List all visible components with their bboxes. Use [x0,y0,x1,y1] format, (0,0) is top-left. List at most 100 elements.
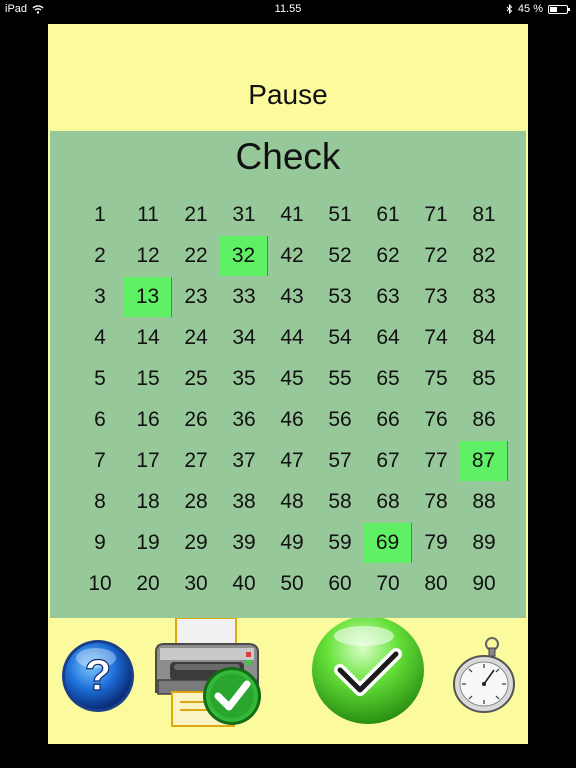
number-cell[interactable]: 19 [124,523,172,563]
number-cell[interactable]: 4 [76,318,124,358]
number-cell[interactable]: 45 [268,359,316,399]
svg-text:?: ? [85,651,112,700]
number-cell[interactable]: 1 [76,195,124,235]
number-cell[interactable]: 24 [172,318,220,358]
number-cell[interactable]: 9 [76,523,124,563]
number-cell[interactable]: 42 [268,236,316,276]
number-cell[interactable]: 41 [268,195,316,235]
number-cell[interactable]: 75 [412,359,460,399]
number-cell[interactable]: 89 [460,523,508,563]
number-cell[interactable]: 59 [316,523,364,563]
number-cell[interactable]: 38 [220,482,268,522]
number-cell[interactable]: 14 [124,318,172,358]
number-cell[interactable]: 35 [220,359,268,399]
number-cell[interactable]: 57 [316,441,364,481]
number-cell[interactable]: 74 [412,318,460,358]
bluetooth-icon [506,4,513,14]
number-cell[interactable]: 81 [460,195,508,235]
number-cell[interactable]: 32 [220,236,268,276]
confirm-button[interactable] [310,616,426,733]
number-cell[interactable]: 21 [172,195,220,235]
number-cell[interactable]: 90 [460,564,508,604]
number-cell[interactable]: 53 [316,277,364,317]
number-cell[interactable]: 44 [268,318,316,358]
number-cell[interactable]: 11 [124,195,172,235]
number-cell[interactable]: 43 [268,277,316,317]
number-cell[interactable]: 56 [316,400,364,440]
number-cell[interactable]: 47 [268,441,316,481]
stopwatch-button[interactable] [450,636,520,719]
number-cell[interactable]: 55 [316,359,364,399]
number-cell[interactable]: 3 [76,277,124,317]
number-cell[interactable]: 18 [124,482,172,522]
number-cell[interactable]: 13 [124,277,172,317]
status-right: 45 % [506,3,570,15]
number-cell[interactable]: 51 [316,195,364,235]
number-cell[interactable]: 22 [172,236,220,276]
number-cell[interactable]: 40 [220,564,268,604]
number-cell[interactable]: 60 [316,564,364,604]
number-cell[interactable]: 28 [172,482,220,522]
number-cell[interactable]: 30 [172,564,220,604]
number-cell[interactable]: 76 [412,400,460,440]
number-cell[interactable]: 31 [220,195,268,235]
battery-icon [548,4,570,14]
number-cell[interactable]: 69 [364,523,412,563]
number-cell[interactable]: 26 [172,400,220,440]
number-cell[interactable]: 86 [460,400,508,440]
number-cell[interactable]: 66 [364,400,412,440]
number-cell[interactable]: 50 [268,564,316,604]
number-cell[interactable]: 6 [76,400,124,440]
help-button[interactable]: ? [60,638,136,719]
number-cell[interactable]: 61 [364,195,412,235]
number-cell[interactable]: 23 [172,277,220,317]
number-cell[interactable]: 62 [364,236,412,276]
number-cell[interactable]: 7 [76,441,124,481]
number-cell[interactable]: 79 [412,523,460,563]
number-cell[interactable]: 5 [76,359,124,399]
number-cell[interactable]: 54 [316,318,364,358]
number-cell[interactable]: 12 [124,236,172,276]
number-cell[interactable]: 78 [412,482,460,522]
number-cell[interactable]: 49 [268,523,316,563]
number-cell[interactable]: 20 [124,564,172,604]
number-cell[interactable]: 82 [460,236,508,276]
number-cell[interactable]: 16 [124,400,172,440]
number-cell[interactable]: 36 [220,400,268,440]
number-cell[interactable]: 72 [412,236,460,276]
number-cell[interactable]: 33 [220,277,268,317]
number-cell[interactable]: 46 [268,400,316,440]
number-cell[interactable]: 87 [460,441,508,481]
number-cell[interactable]: 70 [364,564,412,604]
number-cell[interactable]: 39 [220,523,268,563]
toolbar: ? [48,616,528,744]
number-cell[interactable]: 77 [412,441,460,481]
number-cell[interactable]: 88 [460,482,508,522]
number-cell[interactable]: 73 [412,277,460,317]
number-cell[interactable]: 68 [364,482,412,522]
number-cell[interactable]: 80 [412,564,460,604]
number-cell[interactable]: 8 [76,482,124,522]
number-cell[interactable]: 67 [364,441,412,481]
number-cell[interactable]: 34 [220,318,268,358]
number-cell[interactable]: 52 [316,236,364,276]
number-cell[interactable]: 58 [316,482,364,522]
number-cell[interactable]: 37 [220,441,268,481]
number-cell[interactable]: 64 [364,318,412,358]
number-cell[interactable]: 63 [364,277,412,317]
print-button[interactable] [148,617,266,737]
number-cell[interactable]: 10 [76,564,124,604]
pause-button[interactable]: Pause [48,24,528,129]
number-cell[interactable]: 27 [172,441,220,481]
number-cell[interactable]: 71 [412,195,460,235]
number-cell[interactable]: 48 [268,482,316,522]
number-cell[interactable]: 85 [460,359,508,399]
number-cell[interactable]: 15 [124,359,172,399]
number-cell[interactable]: 2 [76,236,124,276]
number-cell[interactable]: 83 [460,277,508,317]
number-cell[interactable]: 29 [172,523,220,563]
number-cell[interactable]: 17 [124,441,172,481]
number-cell[interactable]: 25 [172,359,220,399]
number-cell[interactable]: 84 [460,318,508,358]
number-cell[interactable]: 65 [364,359,412,399]
